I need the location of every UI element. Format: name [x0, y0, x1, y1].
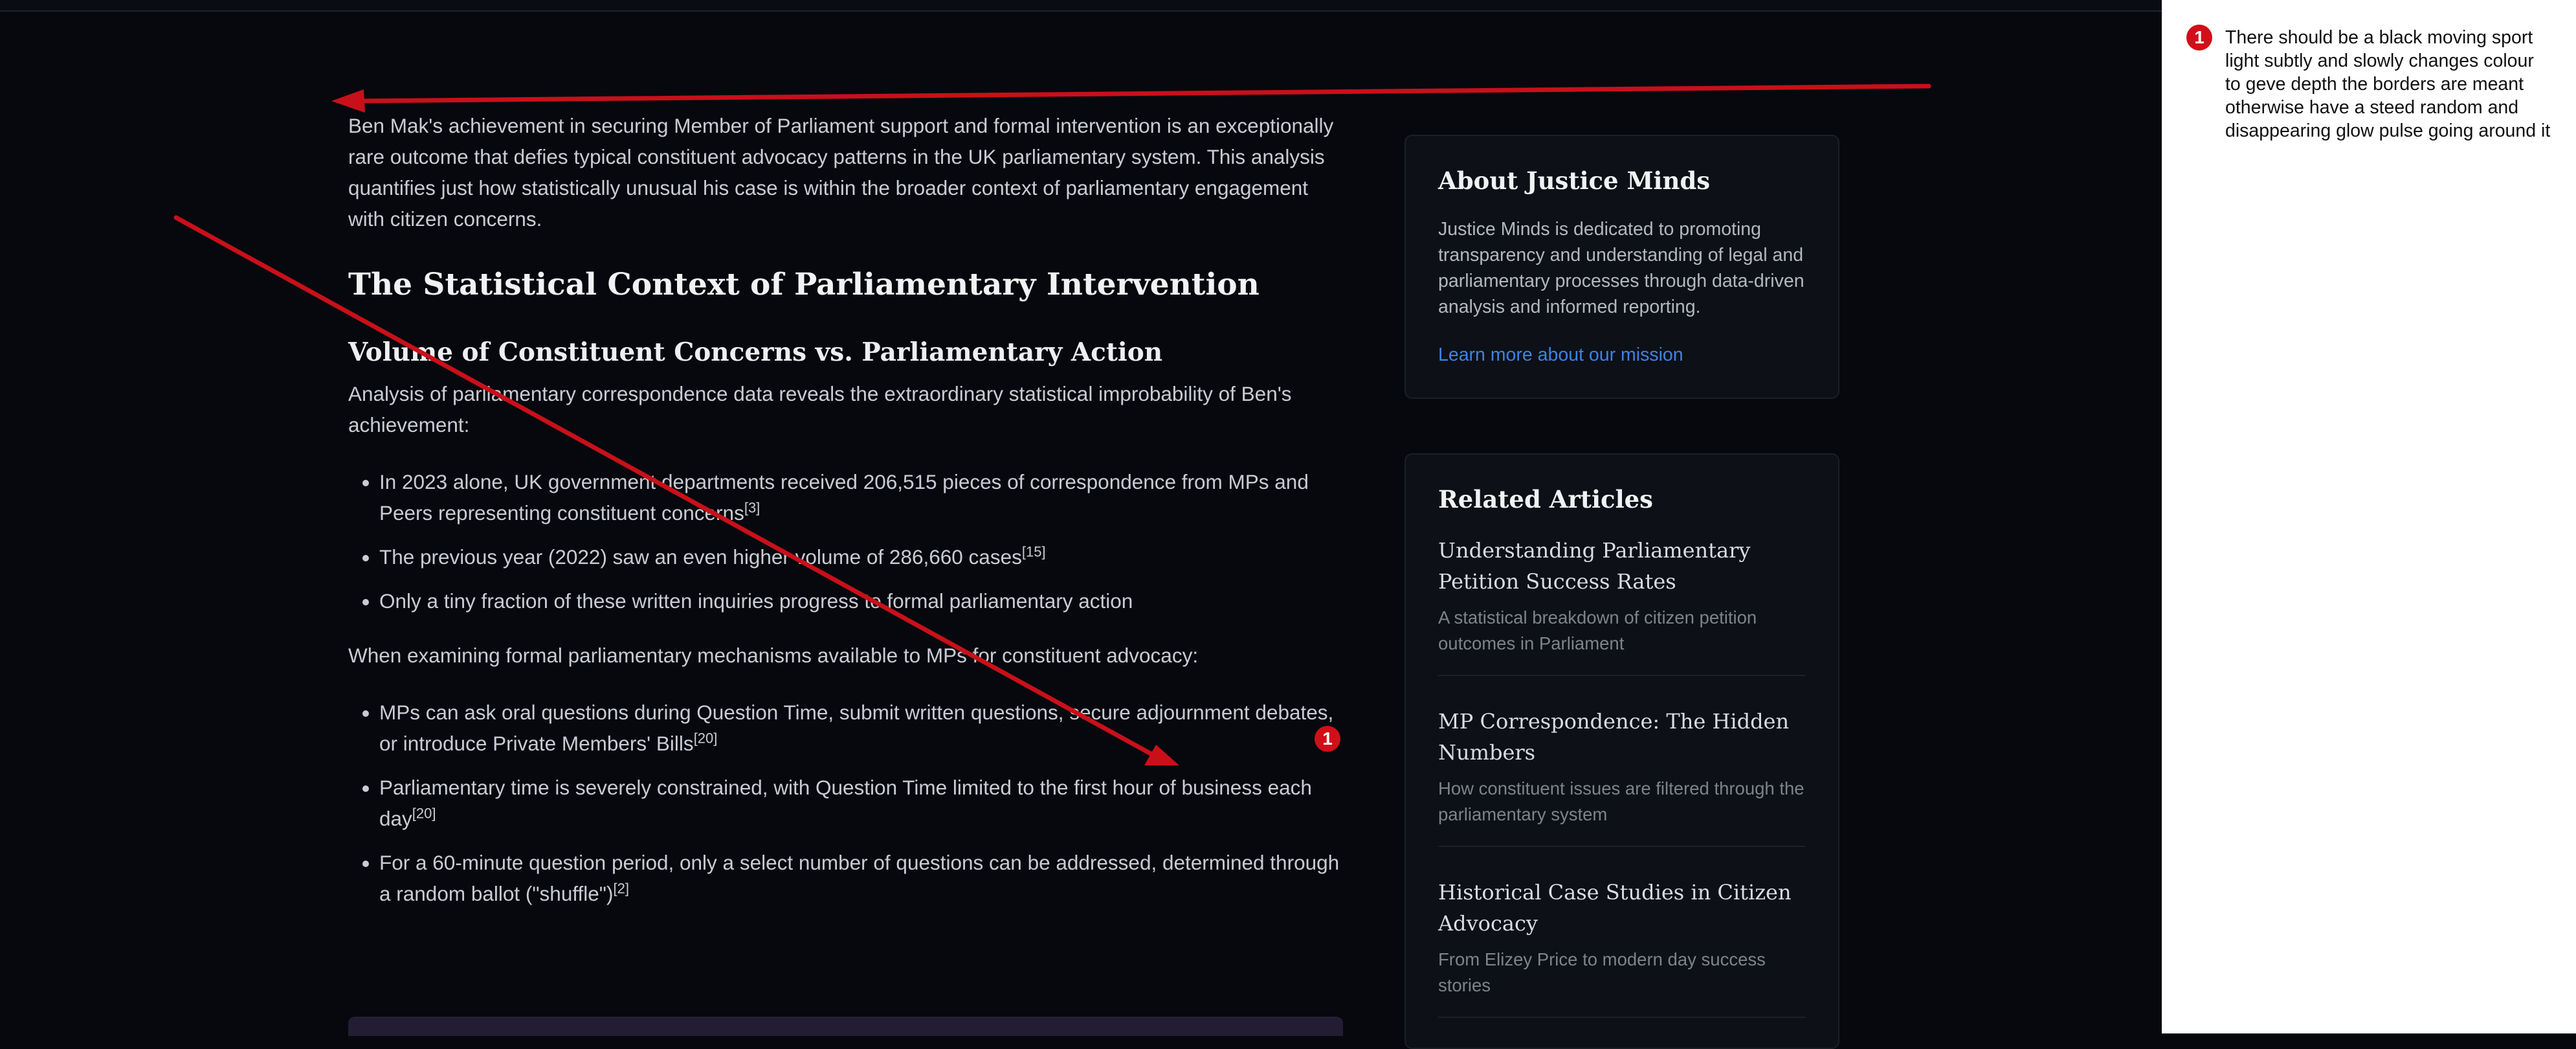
annotation-number-badge: 1 — [2186, 25, 2212, 51]
top-bar — [0, 0, 2162, 12]
citation-link[interactable]: [15] — [1022, 544, 1046, 560]
intro-paragraph: Ben Mak's achievement in securing Member… — [348, 114, 1334, 231]
related-article-item[interactable]: MP Correspondence: The Hidden Numbers Ho… — [1438, 706, 1806, 847]
section-heading: The Statistical Context of Parliamentary… — [348, 267, 1260, 302]
page-main: Ben Mak's achievement in securing Member… — [0, 0, 2162, 1049]
analysis-paragraph: Analysis of parliamentary correspondence… — [348, 382, 1292, 436]
correspondence-list: In 2023 alone, UK government departments… — [348, 466, 1345, 616]
related-article-title[interactable]: MP Correspondence: The Hidden Numbers — [1438, 706, 1806, 768]
about-text: Justice Minds is dedicated to promoting … — [1438, 219, 1804, 317]
annotation-panel: 1 There should be a black moving sport l… — [2162, 0, 2576, 1033]
about-card: About Justice Minds Justice Minds is ded… — [1405, 135, 1839, 399]
related-article-desc: How constituent issues are filtered thro… — [1438, 778, 1804, 824]
list-item: Parliamentary time is severely constrain… — [379, 772, 1345, 834]
citation-link[interactable]: [20] — [412, 806, 436, 822]
citation-link[interactable]: [2] — [613, 881, 628, 897]
related-article-title[interactable]: Historical Case Studies in Citizen Advoc… — [1438, 877, 1806, 939]
citation-link[interactable]: [3] — [744, 500, 760, 516]
subsection-heading: Volume of Constituent Concerns vs. Parli… — [348, 337, 1163, 367]
about-title: About Justice Minds — [1438, 166, 1711, 195]
mission-link[interactable]: Learn more about our mission — [1438, 344, 1683, 365]
annotation-arrowhead — [331, 89, 365, 113]
related-article-desc: A statistical breakdown of citizen petit… — [1438, 607, 1757, 653]
annotation-arrow-top — [355, 84, 1931, 104]
related-article-item[interactable]: Understanding Parliamentary Petition Suc… — [1438, 535, 1806, 676]
related-article-desc: From Elizey Price to modern day success … — [1438, 949, 1766, 995]
list-item: In 2023 alone, UK government departments… — [379, 466, 1345, 528]
related-article-item[interactable]: Historical Case Studies in Citizen Advoc… — [1438, 877, 1806, 1018]
mechanisms-list: MPs can ask oral questions during Questi… — [348, 697, 1345, 909]
related-articles-card: Related Articles Understanding Parliamen… — [1405, 453, 1839, 1049]
article-body: Ben Mak's achievement in securing Member… — [348, 110, 1345, 932]
list-item: Only a tiny fraction of these written in… — [379, 585, 1345, 616]
related-title: Related Articles — [1438, 485, 1654, 513]
annotation-note-text: There should be a black moving sport lig… — [2225, 27, 2551, 141]
list-item: For a 60-minute question period, only a … — [379, 847, 1345, 909]
citation-link[interactable]: [20] — [694, 730, 718, 747]
related-article-title[interactable]: Understanding Parliamentary Petition Suc… — [1438, 535, 1806, 597]
mechanisms-paragraph: When examining formal parliamentary mech… — [348, 644, 1199, 667]
list-item: MPs can ask oral questions during Questi… — [379, 697, 1345, 759]
annotation-marker[interactable]: 1 — [1315, 726, 1340, 752]
list-item: The previous year (2022) saw an even hig… — [379, 541, 1345, 572]
